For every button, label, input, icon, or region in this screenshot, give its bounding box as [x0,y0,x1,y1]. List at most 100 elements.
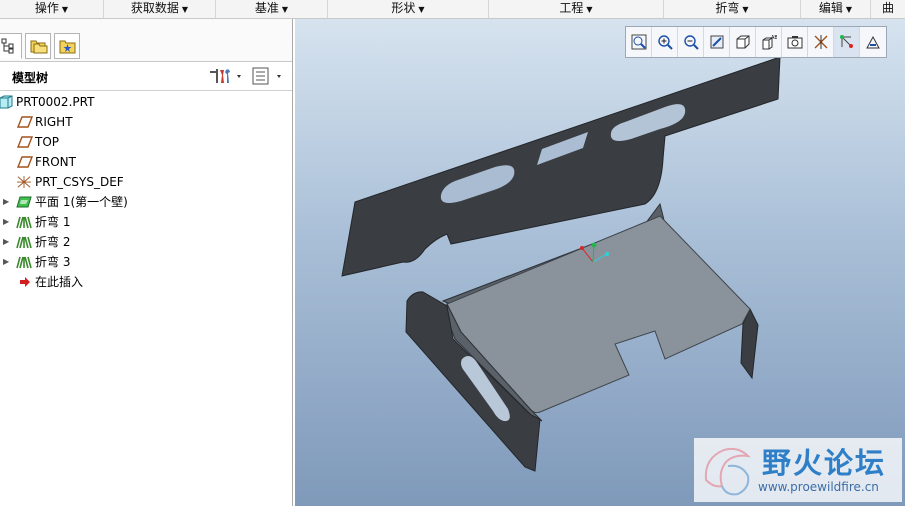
sheetmetal-part-model[interactable] [295,19,905,506]
zoom-in-button[interactable] [652,27,678,57]
ribbon-label: 编辑 [818,1,843,15]
ribbon-label: 操作 [34,1,59,15]
saved-views-button[interactable]: AB [756,27,782,57]
dropdown-arrow-icon: ▼ [181,5,189,14]
view-toolbar: AB [625,26,887,58]
dropdown-arrow-icon: ▼ [281,5,289,14]
datum-plane-icon [17,116,33,128]
tab-folder-browser[interactable] [25,33,51,59]
ribbon-group-shapes[interactable]: 形状 ▼ [328,0,489,18]
tree-item-label: 平面 1(第一个壁) [35,195,128,209]
dropdown-arrow-icon: ▼ [742,5,749,14]
graphics-viewport[interactable]: AB 野火论坛 www.proewildfire.cn [295,19,905,506]
tree-item-label: 在此插入 [35,275,84,289]
camera-icon [787,36,803,49]
tab-favorites[interactable] [54,33,80,59]
csys-display-button[interactable] [834,27,860,57]
watermark-logo-icon [704,447,751,496]
folder-browser-icon [30,40,48,54]
zoom-out-icon [684,35,699,50]
datum-display-icon [814,35,828,49]
ribbon-group-bends[interactable]: 折弯 ▼ [664,0,801,18]
annotation-icon [866,35,880,49]
tree-item-flat-wall[interactable]: ▶ 平面 1(第一个壁) [0,192,292,212]
forum-watermark: 野火论坛 www.proewildfire.cn [694,438,902,502]
cube-icon [736,35,750,49]
ribbon-label: 形状 [391,1,416,15]
model-tree-icon [1,38,14,54]
datum-display-button[interactable] [808,27,834,57]
ribbon-group-surfaces[interactable]: 曲 [871,0,905,18]
expand-arrow-icon[interactable]: ▶ [3,232,9,252]
ribbon-label: 获取数据 [130,1,179,15]
tab-model-tree[interactable] [0,33,22,59]
tree-item-bend-1[interactable]: ▶ 折弯 1 [0,212,292,232]
bend-icon [16,236,32,249]
repaint-icon [710,35,724,49]
ribbon-label: 折弯 [715,1,740,15]
tree-item-label: 折弯 1 [35,215,71,229]
ribbon-group-operations[interactable]: 操作 ▼ [0,0,104,18]
tree-item-csys[interactable]: PRT_CSYS_DEF [0,172,292,192]
bend-icon [16,256,32,269]
tree-item-insert-here[interactable]: 在此插入 [0,272,292,292]
ribbon-group-editing[interactable]: 编辑 ▼ [801,0,871,18]
csys-icon [17,175,31,189]
model-tree-header: 模型树 [0,62,292,91]
part-icon [0,95,13,109]
tree-settings-button[interactable] [208,67,246,85]
dropdown-arrow-icon: ▼ [61,5,69,14]
view-manager-button[interactable] [782,27,808,57]
point-display-icon [840,35,853,48]
watermark-url: www.proewildfire.cn [758,480,879,494]
ribbon-group-engineering[interactable]: 工程 ▼ [489,0,664,18]
tools-icon [210,69,241,83]
svg-text:AB: AB [771,35,777,41]
expand-arrow-icon[interactable]: ▶ [3,212,9,232]
datum-plane-icon [17,136,33,148]
ribbon-group-get-data[interactable]: 获取数据 ▼ [104,0,216,18]
tree-item-label: PRT0002.PRT [16,95,95,109]
expand-arrow-icon[interactable]: ▶ [3,252,9,272]
show-list-icon [252,67,281,85]
zoom-out-button[interactable] [678,27,704,57]
dropdown-arrow-icon: ▼ [586,5,593,14]
ribbon-label: 工程 [559,1,584,15]
datum-plane-icon [17,156,33,168]
tree-item-part[interactable]: PRT0002.PRT [0,92,292,112]
tree-item-label: FRONT [35,155,76,169]
favorites-icon [59,40,76,54]
back-wall [341,56,781,277]
model-tree: PRT0002.PRT RIGHT TOP FRONT PRT_CSYS_DEF… [0,92,292,292]
tree-item-bend-3[interactable]: ▶ 折弯 3 [0,252,292,272]
saved-views-icon: AB [762,35,777,50]
insert-here-icon [20,277,30,287]
tree-item-label: PRT_CSYS_DEF [35,175,124,189]
zoom-in-icon [658,35,673,50]
tree-item-label: RIGHT [35,115,73,129]
tree-item-label: TOP [35,135,60,149]
ribbon-label: 基准 [254,1,279,15]
tree-item-right[interactable]: RIGHT [0,112,292,132]
repaint-button[interactable] [704,27,730,57]
tree-item-bend-2[interactable]: ▶ 折弯 2 [0,232,292,252]
dropdown-arrow-icon: ▼ [418,5,425,14]
tree-item-top[interactable]: TOP [0,132,292,152]
tree-item-label: 折弯 2 [35,235,71,249]
annotation-display-button[interactable] [860,27,886,57]
tree-show-button[interactable] [251,67,287,85]
dropdown-arrow-icon: ▼ [845,5,853,14]
refit-button[interactable] [626,27,652,57]
display-style-button[interactable] [730,27,756,57]
ribbon-group-datum[interactable]: 基准 ▼ [216,0,328,18]
tree-item-label: 折弯 3 [35,255,71,269]
model-tree-title: 模型树 [12,71,49,85]
ribbon-label: 曲 [881,1,894,15]
expand-arrow-icon[interactable]: ▶ [3,192,9,212]
ribbon-group-bar: 操作 ▼ 获取数据 ▼ 基准 ▼ 形状 ▼ 工程 ▼ 折弯 ▼ 编辑 ▼ 曲 [0,0,905,19]
navigator-panel: 模型树 PRT0002.PRT RIGHT TOP FRONT PRT_CSYS… [0,19,293,506]
refit-icon [631,34,647,50]
tree-item-front[interactable]: FRONT [0,152,292,172]
bend-icon [16,216,32,229]
watermark-title: 野火论坛 [762,446,887,480]
